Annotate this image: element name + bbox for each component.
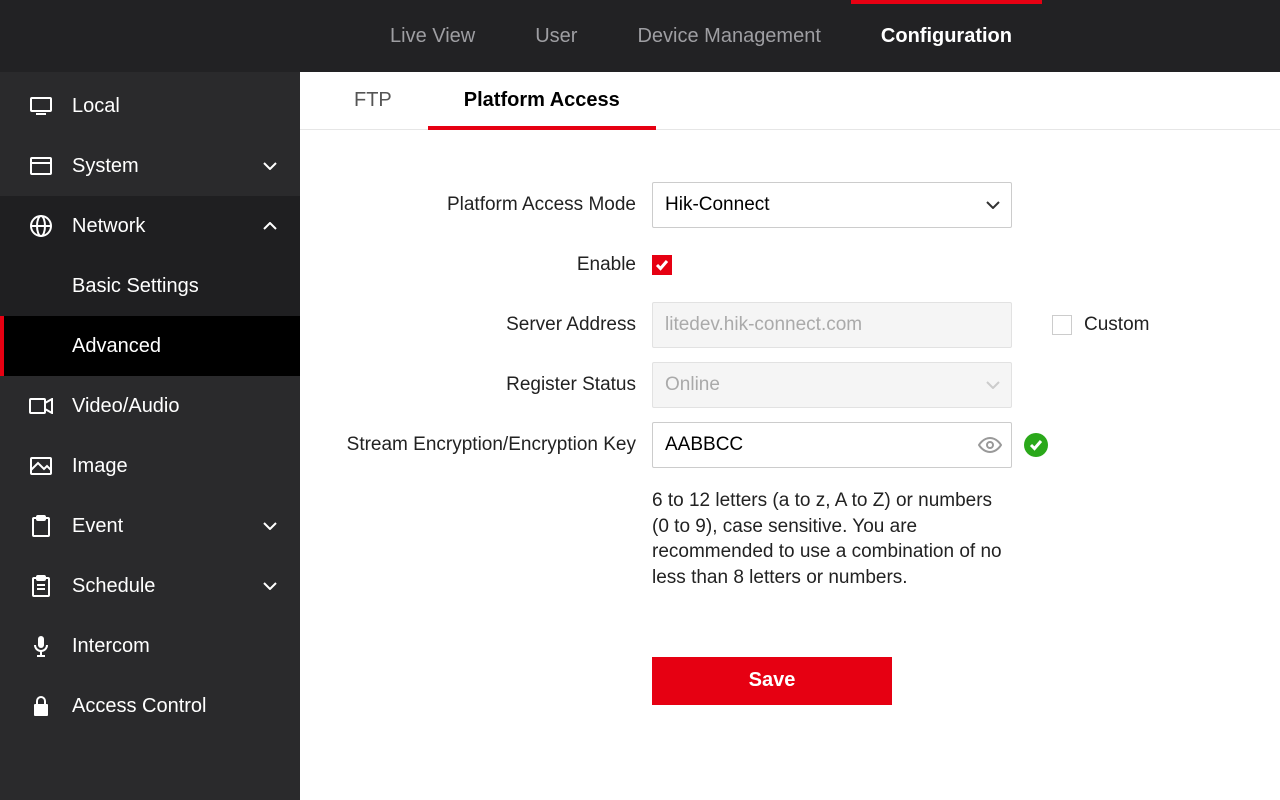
save-button[interactable]: Save — [652, 657, 892, 705]
select-value: Hik-Connect — [665, 194, 770, 215]
sidebar-item-label: Intercom — [72, 635, 280, 658]
chevron-down-icon — [260, 582, 280, 590]
label-encryption-key: Stream Encryption/Encryption Key — [340, 422, 652, 468]
label-custom: Custom — [1084, 314, 1149, 336]
sidebar-item-label: Schedule — [72, 575, 260, 598]
chevron-down-icon — [260, 162, 280, 170]
sidebar-sub-advanced[interactable]: Advanced — [0, 316, 300, 376]
subtab-ftp[interactable]: FTP — [336, 72, 410, 129]
check-circle-icon — [1024, 433, 1048, 457]
select-value: Online — [665, 374, 720, 395]
sidebar-item-local[interactable]: Local — [0, 76, 300, 136]
sidebar-item-intercom[interactable]: Intercom — [0, 616, 300, 676]
subtab-label: FTP — [354, 89, 392, 112]
image-icon — [28, 453, 54, 479]
sidebar-item-network[interactable]: Network — [0, 196, 300, 256]
input-encryption-key[interactable] — [652, 422, 1012, 468]
chevron-down-icon — [260, 522, 280, 530]
label-platform-access-mode: Platform Access Mode — [340, 182, 652, 228]
video-icon — [28, 393, 54, 419]
tab-configuration[interactable]: Configuration — [851, 0, 1042, 72]
save-button-label: Save — [749, 669, 796, 691]
sidebar-item-label: Video/Audio — [72, 395, 280, 418]
tab-device-management[interactable]: Device Management — [607, 0, 850, 72]
tab-live-view[interactable]: Live View — [360, 0, 505, 72]
select-platform-access-mode[interactable]: Hik-Connect — [652, 182, 1012, 228]
sidebar-sub-label: Advanced — [72, 335, 161, 358]
sidebar-sub-basic-settings[interactable]: Basic Settings — [0, 256, 300, 316]
form: Platform Access Mode Hik-Connect Enable — [300, 130, 1280, 705]
sidebar-sub-label: Basic Settings — [72, 275, 199, 298]
sidebar-item-label: Local — [72, 95, 280, 118]
subtab-label: Platform Access — [464, 89, 620, 112]
sidebar-item-label: System — [72, 155, 260, 178]
top-nav: Live View User Device Management Configu… — [0, 0, 1280, 72]
label-enable: Enable — [340, 242, 652, 288]
sidebar-item-label: Image — [72, 455, 280, 478]
subtabs: FTP Platform Access — [300, 72, 1280, 130]
sidebar-item-system[interactable]: System — [0, 136, 300, 196]
hint-encryption-key: 6 to 12 letters (a to z, A to Z) or numb… — [652, 482, 1012, 591]
main: FTP Platform Access Platform Access Mode… — [300, 72, 1280, 800]
sidebar-item-label: Event — [72, 515, 260, 538]
input-server-address — [652, 302, 1012, 348]
chevron-up-icon — [260, 222, 280, 230]
checkbox-custom-wrap[interactable]: Custom — [1052, 314, 1149, 336]
tab-label: Device Management — [637, 25, 820, 48]
tab-label: Configuration — [881, 25, 1012, 48]
mic-icon — [28, 633, 54, 659]
clipboard-list-icon — [28, 573, 54, 599]
globe-icon — [28, 213, 54, 239]
lock-icon — [28, 693, 54, 719]
tab-user[interactable]: User — [505, 0, 607, 72]
checkbox-custom[interactable] — [1052, 315, 1072, 335]
checkbox-enable[interactable] — [652, 255, 672, 275]
window-icon — [28, 153, 54, 179]
sidebar-item-label: Network — [72, 215, 260, 238]
tab-label: Live View — [390, 25, 475, 48]
sidebar-item-event[interactable]: Event — [0, 496, 300, 556]
eye-icon[interactable] — [978, 437, 1002, 453]
subtab-platform-access[interactable]: Platform Access — [446, 72, 638, 129]
sidebar-item-schedule[interactable]: Schedule — [0, 556, 300, 616]
select-register-status: Online — [652, 362, 1012, 408]
tab-label: User — [535, 25, 577, 48]
sidebar-item-video-audio[interactable]: Video/Audio — [0, 376, 300, 436]
clipboard-icon — [28, 513, 54, 539]
label-server-address: Server Address — [340, 302, 652, 348]
sidebar-item-image[interactable]: Image — [0, 436, 300, 496]
sidebar: Local System Network Basic Settings Adva… — [0, 72, 300, 800]
sidebar-item-access-control[interactable]: Access Control — [0, 676, 300, 736]
sidebar-item-label: Access Control — [72, 695, 280, 718]
label-register-status: Register Status — [340, 362, 652, 408]
monitor-icon — [28, 93, 54, 119]
